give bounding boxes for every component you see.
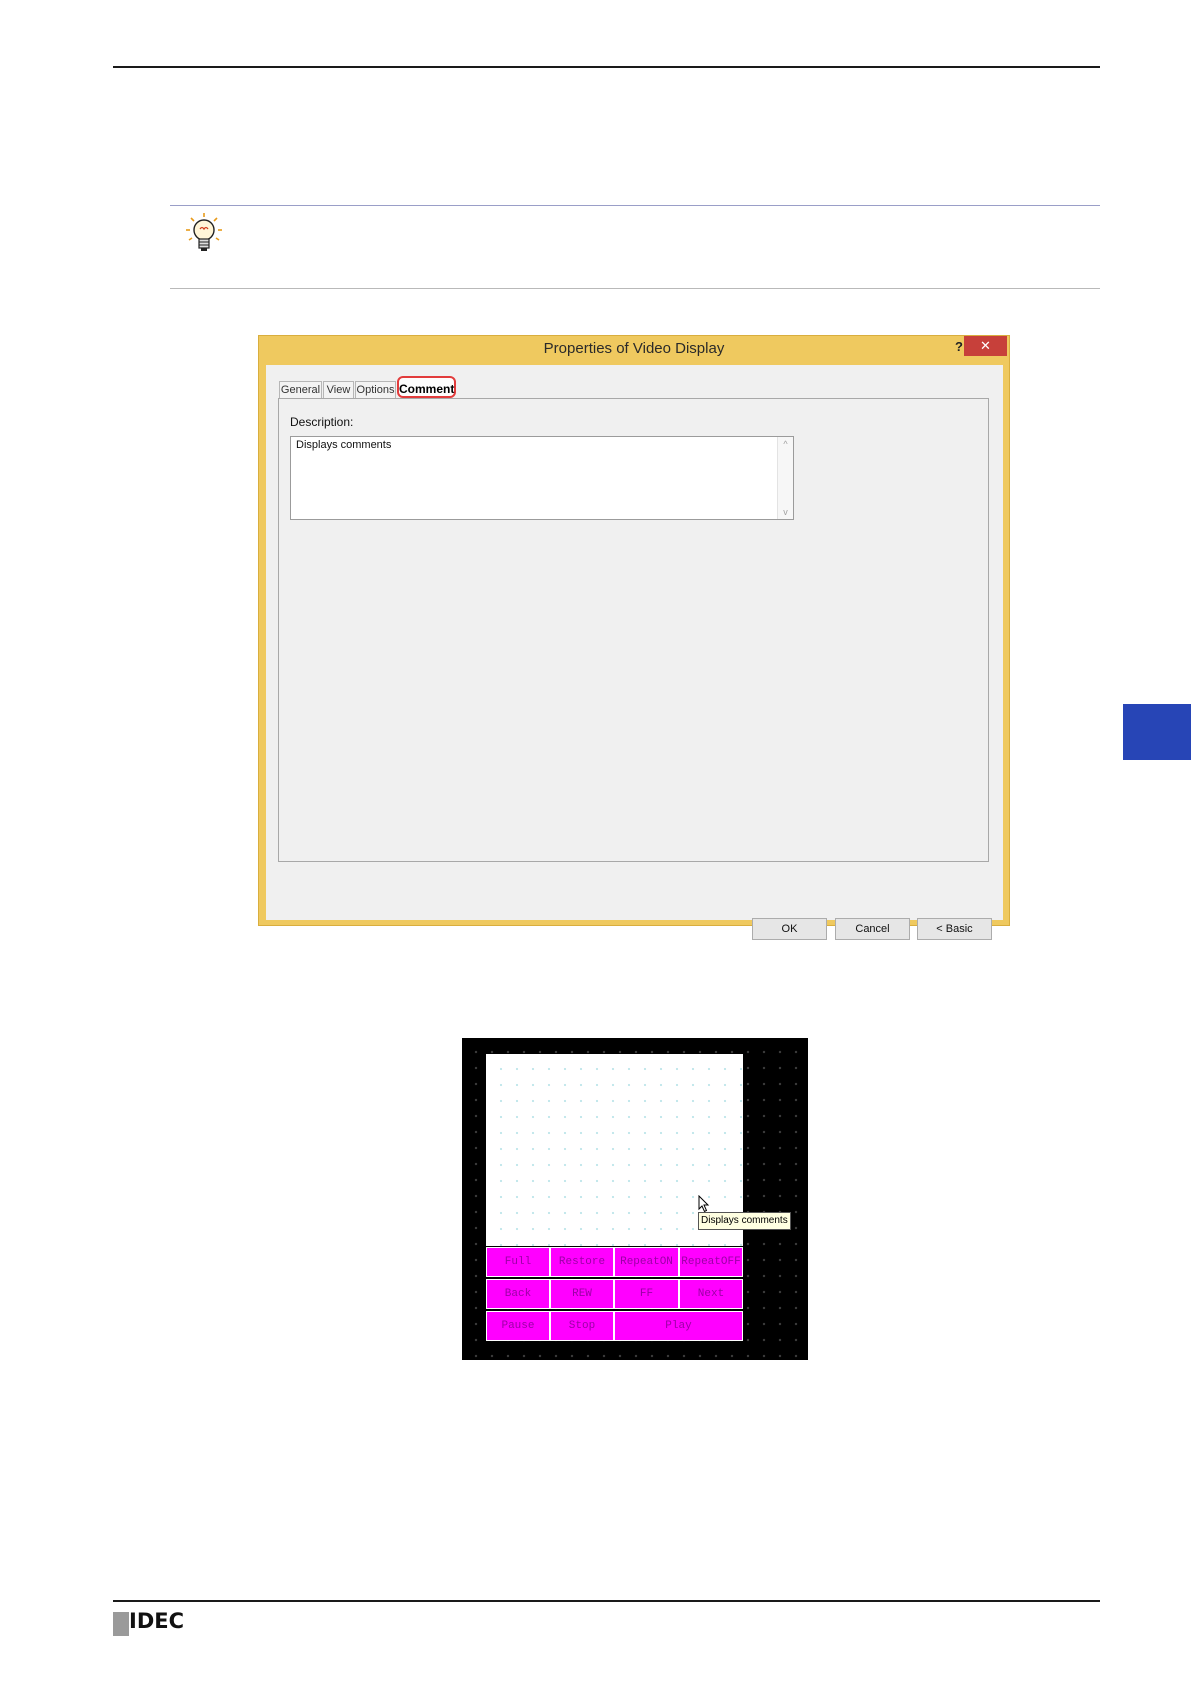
restore-button[interactable]: Restore [550, 1247, 614, 1277]
close-button[interactable]: ✕ [964, 336, 1007, 356]
video-display-preview: Full Restore RepeatON RepeatOFF Back REW… [462, 1038, 808, 1360]
properties-dialog: Properties of Video Display ? ✕ General … [258, 335, 1010, 940]
tab-general[interactable]: General [279, 381, 322, 398]
scroll-up-icon[interactable]: ^ [778, 439, 793, 449]
next-button[interactable]: Next [679, 1279, 743, 1309]
pause-button[interactable]: Pause [486, 1311, 550, 1341]
header-rule [113, 66, 1100, 68]
dialog-title: Properties of Video Display [543, 340, 725, 357]
description-value: Displays comments [296, 439, 392, 451]
tab-options[interactable]: Options [355, 381, 396, 398]
basic-button[interactable]: < Basic [917, 918, 992, 940]
logo-text: IDEC [129, 1609, 185, 1633]
repeat-off-button[interactable]: RepeatOFF [679, 1247, 743, 1277]
scroll-down-icon[interactable]: v [778, 507, 793, 517]
tab-view[interactable]: View [323, 381, 354, 398]
rew-button[interactable]: REW [550, 1279, 614, 1309]
stop-button[interactable]: Stop [550, 1311, 614, 1341]
cancel-button[interactable]: Cancel [835, 918, 910, 940]
hint-rule-top [170, 205, 1100, 206]
ff-button[interactable]: FF [614, 1279, 679, 1309]
comment-panel: Description: Displays comments ^ v [278, 398, 989, 862]
hint-rule-bottom [170, 288, 1100, 289]
back-button[interactable]: Back [486, 1279, 550, 1309]
full-button[interactable]: Full [486, 1247, 550, 1277]
mouse-cursor-icon [698, 1194, 712, 1213]
logo-mark [113, 1612, 129, 1636]
description-label: Description: [290, 415, 354, 429]
lightbulb-icon [183, 212, 225, 256]
footer-rule [113, 1600, 1100, 1602]
chapter-side-tab [1123, 704, 1191, 760]
comment-tooltip: Displays comments [698, 1212, 791, 1230]
dialog-body: General View Options Comment Description… [266, 365, 1003, 940]
description-textarea[interactable]: Displays comments ^ v [290, 436, 794, 520]
play-button[interactable]: Play [614, 1311, 743, 1341]
repeat-on-button[interactable]: RepeatON [614, 1247, 679, 1277]
ok-button[interactable]: OK [752, 918, 827, 940]
description-scrollbar[interactable]: ^ v [777, 437, 793, 519]
tab-comment[interactable]: Comment [397, 376, 456, 398]
